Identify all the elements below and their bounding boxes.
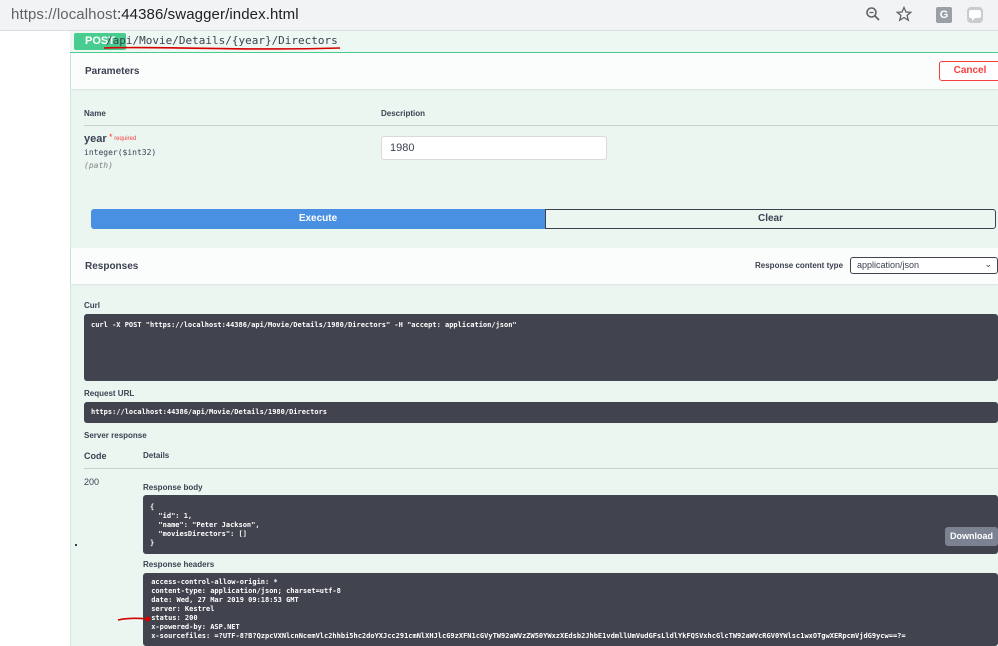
response-body-box[interactable]: { "id": 1, "name": "Peter Jackson", "mov… (143, 495, 998, 554)
response-body-json: { "id": 1, "name": "Peter Jackson", "mov… (150, 503, 260, 547)
selected-content-type: application/json (857, 260, 920, 270)
response-headers-box[interactable]: access-control-allow-origin: * content-t… (143, 573, 998, 646)
responses-title: Responses (85, 261, 139, 272)
curl-command: curl -X POST "https://localhost:44386/ap… (91, 321, 517, 329)
year-input[interactable]: 1980 (381, 136, 607, 160)
browser-toolbar: https://localhost:44386/swagger/index.ht… (0, 0, 998, 31)
parameters-title: Parameters (85, 66, 140, 77)
chevron-down-icon: ⌄ (984, 259, 992, 269)
parameter-location: (path) (84, 161, 113, 170)
execute-button[interactable]: Execute (91, 209, 545, 229)
request-url: https://localhost:44386/api/Movie/Detail… (91, 408, 328, 416)
table-divider (84, 125, 998, 126)
response-code: 200 (84, 477, 100, 487)
parameters-header: Parameters Cancel (71, 53, 998, 89)
cancel-button[interactable]: Cancel (939, 61, 998, 81)
parameter-name: year (84, 133, 107, 145)
response-body-label: Response body (143, 483, 203, 492)
curl-label: Curl (84, 301, 100, 310)
request-url-label: Request URL (84, 389, 135, 398)
required-indicator: * required (109, 132, 137, 142)
details-column-header: Details (143, 451, 170, 460)
parameter-type: integer($int32) (84, 148, 157, 157)
download-button[interactable]: Download (945, 527, 998, 546)
url-path: :44386/swagger/index.html (116, 6, 299, 23)
star-icon[interactable] (895, 5, 913, 24)
response-content-type-select[interactable]: application/json ⌄ (850, 257, 998, 274)
response-content-type-label: Response content type (755, 261, 844, 270)
opblock-body: Parameters Cancel Name Description year … (71, 53, 998, 646)
url-host: https://localhost (11, 6, 117, 23)
response-headers-text: access-control-allow-origin: * content-t… (151, 578, 906, 640)
response-headers-label: Response headers (143, 560, 215, 569)
zoom-icon[interactable] (864, 6, 882, 24)
address-bar[interactable]: https://localhost:44386/swagger/index.ht… (11, 6, 299, 23)
stray-dot (75, 544, 77, 546)
code-column-header: Code (84, 451, 107, 461)
red-underline-annotation (103, 46, 341, 50)
server-response-label: Server response (84, 431, 147, 440)
column-header-description: Description (381, 109, 426, 118)
curl-command-box[interactable]: curl -X POST "https://localhost:44386/ap… (84, 314, 998, 381)
extension-chat-icon[interactable] (967, 7, 983, 23)
extension-g-icon[interactable]: G (936, 7, 952, 23)
column-header-name: Name (84, 109, 106, 118)
response-table-divider (84, 468, 998, 469)
red-arrow-annotation (117, 616, 151, 622)
clear-button[interactable]: Clear (545, 209, 996, 229)
request-url-box[interactable]: https://localhost:44386/api/Movie/Detail… (84, 402, 998, 423)
